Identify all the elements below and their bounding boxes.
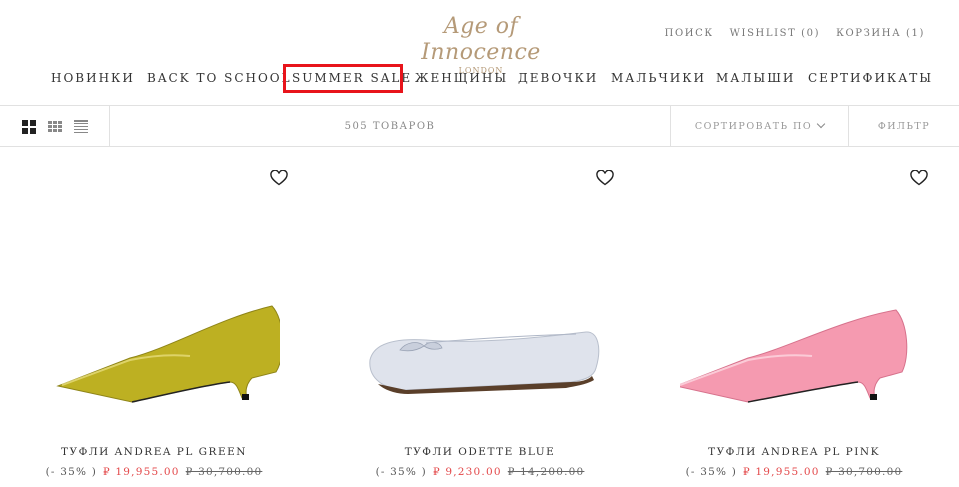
discount-badge: (- 35% ) xyxy=(45,466,97,478)
sale-price: ₽ 9,230.00 xyxy=(432,466,502,478)
collection-toolbar: 505 ТОВАРОВ СОРТИРОВАТЬ ПО ФИЛЬТР xyxy=(0,105,959,147)
nav-item-girls[interactable]: ДЕВОЧКИ xyxy=(518,71,598,85)
product-price: (- 35% ) ₽ 9,230.00 ₽ 14,200.00 xyxy=(326,466,634,478)
sale-price: ₽ 19,955.00 xyxy=(103,466,180,478)
product-card[interactable]: ТУФЛИ ODETTE BLUE (- 35% ) ₽ 9,230.00 ₽ 14… xyxy=(326,148,634,487)
discount-badge: (- 35% ) xyxy=(685,466,737,478)
wishlist-heart-icon[interactable] xyxy=(270,170,288,186)
product-image[interactable] xyxy=(40,298,280,416)
old-price: ₽ 30,700.00 xyxy=(825,466,903,478)
product-name[interactable]: ТУФЛИ ANDREA PL GREEN xyxy=(0,446,308,458)
sort-label: СОРТИРОВАТЬ ПО xyxy=(694,121,813,132)
brand-logo[interactable]: Age of Innocence LONDON xyxy=(403,14,559,75)
product-name[interactable]: ТУФЛИ ANDREA PL PINK xyxy=(640,446,948,458)
nav-item-babies[interactable]: МАЛЫШИ xyxy=(716,71,795,85)
search-link[interactable]: ПОИСК xyxy=(665,28,714,39)
grid-3-view-icon[interactable] xyxy=(48,120,62,133)
grid-2-view-icon[interactable] xyxy=(22,120,36,134)
product-price: (- 35% ) ₽ 19,955.00 ₽ 30,700.00 xyxy=(640,466,948,478)
nav-item-new[interactable]: НОВИНКИ xyxy=(51,71,135,85)
sale-price: ₽ 19,955.00 xyxy=(743,466,820,478)
filter-button[interactable]: ФИЛЬТР xyxy=(849,121,959,132)
view-switcher xyxy=(22,120,88,134)
product-image[interactable] xyxy=(680,298,920,416)
discount-badge: (- 35% ) xyxy=(375,466,427,478)
old-price: ₽ 30,700.00 xyxy=(185,466,263,478)
product-price: (- 35% ) ₽ 19,955.00 ₽ 30,700.00 xyxy=(0,466,308,478)
nav-item-women[interactable]: ЖЕНЩИНЫ xyxy=(415,71,508,85)
product-card[interactable]: ТУФЛИ ANDREA PL PINK (- 35% ) ₽ 19,955.00… xyxy=(640,148,948,487)
highlight-annotation-box xyxy=(283,64,403,93)
nav-item-boys[interactable]: МАЛЬЧИКИ xyxy=(611,71,706,85)
sort-dropdown[interactable]: СОРТИРОВАТЬ ПО xyxy=(670,119,849,132)
wishlist-link[interactable]: WISHLIST (0) xyxy=(730,28,820,39)
product-card[interactable]: ТУФЛИ ANDREA PL GREEN (- 35% ) ₽ 19,955.0… xyxy=(0,148,308,487)
brand-name: Age of Innocence xyxy=(421,14,541,65)
nav-item-certificates[interactable]: СЕРТИФИКАТЫ xyxy=(808,71,933,85)
list-view-icon[interactable] xyxy=(74,120,88,133)
nav-item-back-to-school[interactable]: BACK TO SCHOOL xyxy=(147,71,292,85)
chevron-down-icon xyxy=(816,119,826,129)
product-image[interactable] xyxy=(366,298,606,416)
product-name[interactable]: ТУФЛИ ODETTE BLUE xyxy=(326,446,634,458)
cart-link[interactable]: КОРЗИНА (1) xyxy=(836,28,925,39)
utility-nav: ПОИСК WISHLIST (0) КОРЗИНА (1) xyxy=(665,28,925,39)
product-count: 505 ТОВАРОВ xyxy=(344,121,436,132)
wishlist-heart-icon[interactable] xyxy=(596,170,614,186)
wishlist-heart-icon[interactable] xyxy=(910,170,928,186)
old-price: ₽ 14,200.00 xyxy=(507,466,585,478)
